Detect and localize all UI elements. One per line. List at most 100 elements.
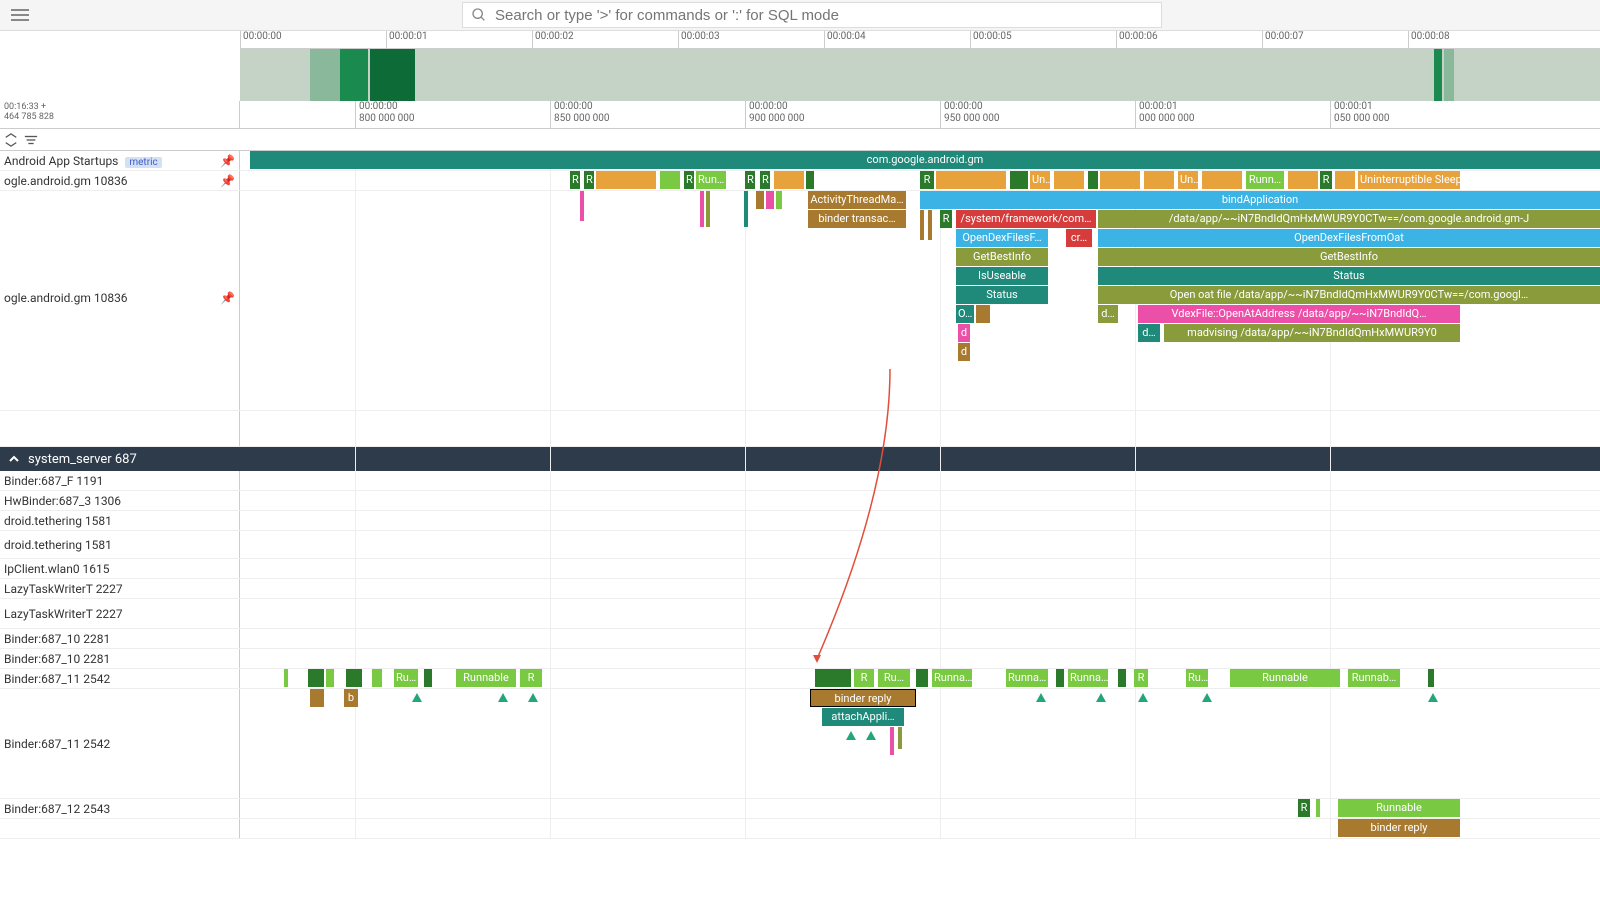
track-startups[interactable]: Android App Startups metric 📌 com.google… (0, 151, 1600, 171)
sched-r[interactable]: R (1320, 171, 1332, 189)
track-binder-11-stack[interactable]: Binder:687_11 2542 b binder reply attach… (0, 689, 1600, 799)
track-label[interactable]: ogle.android.gm 10836 📌 (0, 191, 240, 410)
track-label[interactable]: Binder:687_11 2542 (0, 689, 240, 798)
search-input[interactable] (495, 7, 1153, 24)
slice-attachappli[interactable]: attachAppli… (822, 708, 904, 726)
track-label[interactable]: Android App Startups metric 📌 (0, 151, 240, 170)
slice-bindapplication[interactable]: bindApplication (920, 191, 1600, 209)
track-lazytask-1[interactable]: LazyTaskWriterT 2227 (0, 579, 1600, 599)
slice[interactable] (756, 191, 764, 209)
sched-r[interactable]: R (920, 171, 934, 189)
sched-r[interactable]: R (1298, 799, 1310, 817)
track-tethering-1[interactable]: droid.tethering 1581 (0, 511, 1600, 531)
slice-startup[interactable]: com.google.android.gm (250, 151, 1600, 169)
sched[interactable] (1316, 799, 1320, 817)
sched-orange[interactable] (1335, 171, 1355, 189)
menu-icon[interactable] (8, 3, 32, 27)
sched-runnable[interactable]: Runnable (456, 669, 516, 687)
track-binder-10-a[interactable]: Binder:687_10 2281 (0, 629, 1600, 649)
slice-binderreply2[interactable]: binder reply (1338, 819, 1460, 837)
track-gm-stack[interactable]: ogle.android.gm 10836 📌 ActivityThreadMa… (0, 191, 1600, 411)
sched[interactable] (916, 669, 928, 687)
sched-r[interactable] (1010, 171, 1028, 189)
track-label[interactable]: droid.tethering 1581 (0, 511, 240, 530)
sched-r[interactable]: R (520, 669, 542, 687)
sched-ru[interactable]: Ru… (878, 669, 910, 687)
filter-icon[interactable] (24, 133, 38, 147)
slice-d4[interactable]: d… (1138, 324, 1160, 342)
slice-getbestinfo1[interactable]: GetBestInfo (956, 248, 1048, 266)
slice-cr[interactable]: cr… (1066, 229, 1092, 247)
slice-d2[interactable]: d (958, 324, 970, 342)
sched-r[interactable]: R (570, 171, 580, 189)
track-ipclient[interactable]: IpClient.wlan0 1615 (0, 559, 1600, 579)
sched-runna[interactable]: Runna… (1068, 669, 1108, 687)
sched-orange[interactable] (1054, 171, 1084, 189)
sched-orange[interactable] (774, 171, 804, 189)
slice-bindertransac[interactable]: binder transac… (808, 210, 906, 228)
track-label[interactable]: Binder:687_F 1191 (0, 471, 240, 490)
sched-r[interactable] (1088, 171, 1098, 189)
sched-r[interactable]: R (854, 669, 874, 687)
sched-r[interactable]: R (1134, 669, 1148, 687)
slice[interactable] (700, 191, 704, 227)
sched[interactable] (815, 669, 851, 687)
sched-orange[interactable] (1144, 171, 1174, 189)
track-tethering-2[interactable]: droid.tethering 1581 (0, 531, 1600, 559)
track-label[interactable]: ogle.android.gm 10836 📌 (0, 171, 240, 190)
slice-opendex2[interactable]: OpenDexFilesFromOat (1098, 229, 1600, 247)
slice[interactable] (744, 191, 748, 227)
slice[interactable] (580, 191, 584, 221)
track-binder-687-f[interactable]: Binder:687_F 1191 (0, 471, 1600, 491)
slice-isuseable[interactable]: IsUseable (956, 267, 1048, 285)
slice-d3[interactable]: d (958, 343, 970, 361)
slice[interactable] (766, 191, 774, 209)
sched-runnable[interactable]: Runnable (1338, 799, 1460, 817)
sched-un[interactable]: Un… (1178, 171, 1198, 189)
sched-r[interactable]: R (940, 210, 952, 228)
sched[interactable] (284, 669, 288, 687)
slice-systemframework[interactable]: /system/framework/com… (956, 210, 1096, 228)
slice[interactable] (310, 689, 324, 707)
slice[interactable] (976, 305, 990, 323)
slice-status2[interactable]: Status (1098, 267, 1600, 285)
sched[interactable] (372, 669, 382, 687)
sched-ru[interactable]: Ru… (394, 669, 418, 687)
sched-runnab[interactable]: Runnab… (1348, 669, 1400, 687)
sched-r[interactable]: R (584, 171, 594, 189)
track-label[interactable]: IpClient.wlan0 1615 (0, 559, 240, 578)
sched[interactable] (1428, 669, 1434, 687)
sched[interactable] (308, 669, 324, 687)
slice-getbestinfo2[interactable]: GetBestInfo (1098, 248, 1600, 266)
track-label[interactable]: LazyTaskWriterT 2227 (0, 579, 240, 598)
sched-run[interactable]: Run… (696, 171, 726, 189)
slice-activitythreadmain[interactable]: ActivityThreadMa… (808, 191, 906, 209)
track-label[interactable]: HwBinder:687_3 1306 (0, 491, 240, 510)
slice[interactable] (776, 191, 782, 209)
slice-d1[interactable]: d… (1098, 305, 1118, 323)
slice[interactable] (890, 727, 894, 755)
slice[interactable] (928, 210, 932, 240)
slice[interactable] (898, 727, 902, 749)
pin-icon[interactable]: 📌 (220, 174, 235, 188)
sched-runna[interactable]: Runna… (932, 669, 972, 687)
sched[interactable] (1056, 669, 1064, 687)
track-binder-12-sched[interactable]: Binder:687_12 2543 R Runnable (0, 799, 1600, 819)
sched-r[interactable]: R (684, 171, 694, 189)
sched-orange[interactable] (596, 171, 656, 189)
sched-orange[interactable] (936, 171, 1006, 189)
track-lazytask-2[interactable]: LazyTaskWriterT 2227 (0, 599, 1600, 629)
sched-orange[interactable] (1100, 171, 1140, 189)
sched-r[interactable] (806, 171, 814, 189)
sched-runn[interactable]: Runn… (1246, 171, 1284, 189)
sched-runnable[interactable]: Runnable (1230, 669, 1340, 687)
slice-vdex[interactable]: VdexFile::OpenAtAddress /data/app/~~iN7B… (1138, 305, 1460, 323)
slice-dataapp[interactable]: /data/app/~~iN7BndIdQmHxMWUR9Y0CTw==/com… (1098, 210, 1600, 228)
track-binder-11-sched[interactable]: Binder:687_11 2542 Ru… Runnable R R Ru… … (0, 669, 1600, 689)
sched-r[interactable]: R (760, 171, 770, 189)
track-label[interactable]: Binder:687_10 2281 (0, 629, 240, 648)
search-box[interactable] (462, 2, 1162, 28)
sched-orange[interactable] (1202, 171, 1242, 189)
pin-icon[interactable]: 📌 (220, 154, 235, 168)
track-label[interactable]: Binder:687_10 2281 (0, 649, 240, 668)
